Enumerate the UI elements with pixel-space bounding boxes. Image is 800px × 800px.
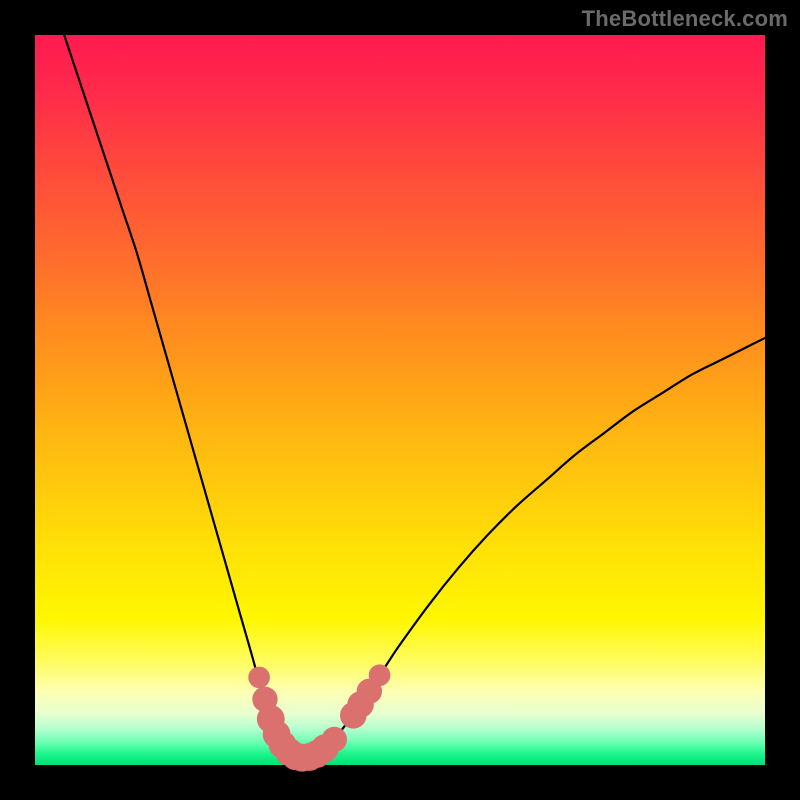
highlighted-points [248, 664, 390, 771]
watermark-text: TheBottleneck.com [582, 6, 788, 32]
highlight-point [369, 664, 391, 686]
highlight-point [248, 667, 270, 689]
plot-area [35, 35, 765, 765]
highlight-point [322, 727, 347, 752]
bottleneck-curve [64, 35, 765, 758]
chart-frame: TheBottleneck.com [0, 0, 800, 800]
curve-svg [35, 35, 765, 765]
